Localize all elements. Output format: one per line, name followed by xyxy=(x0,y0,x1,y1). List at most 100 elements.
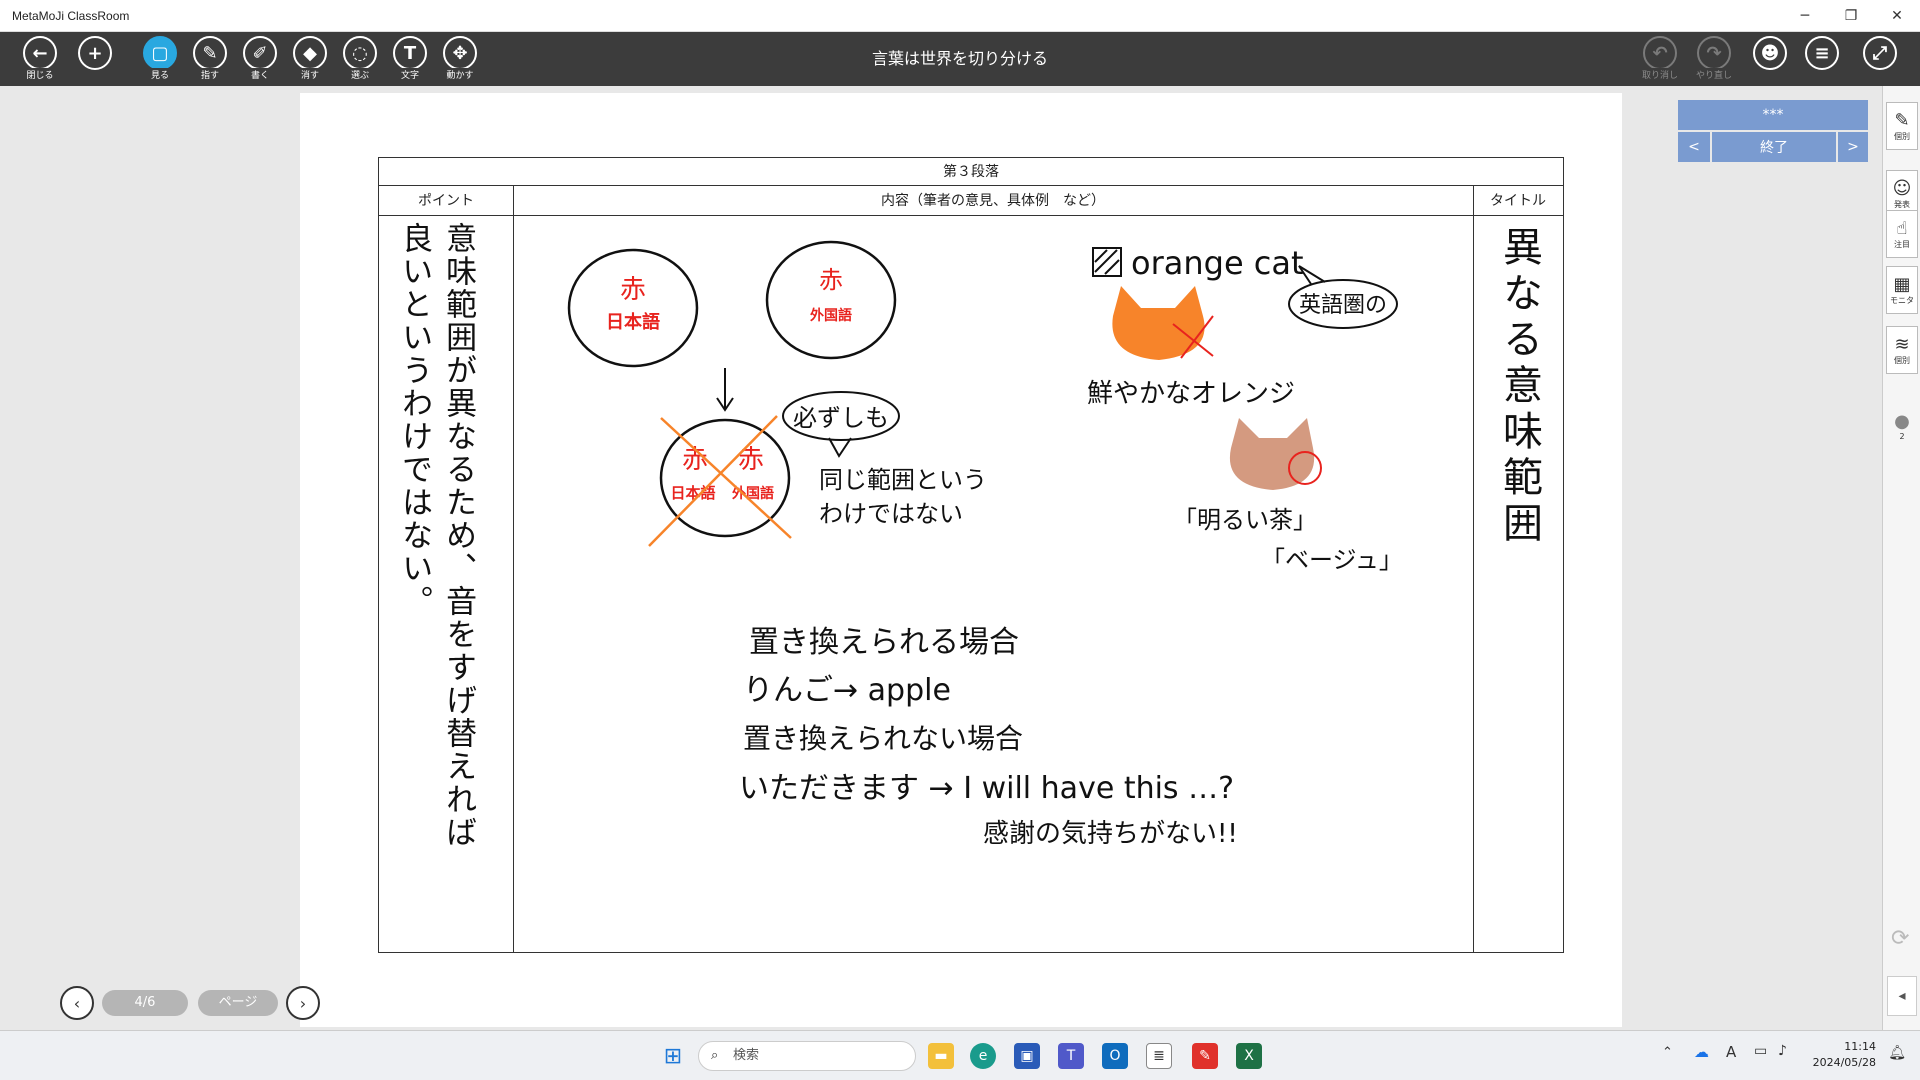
col-head-content: 内容（筆者の意見、具体例 など） xyxy=(513,186,1473,216)
brown-cat-icon xyxy=(1229,418,1315,490)
store-icon[interactable]: ▣ xyxy=(1014,1043,1040,1069)
redo-label: やり直し xyxy=(1693,68,1734,81)
point-text-col2: 良いというわけではない。 xyxy=(396,222,433,618)
replaceable-text: 置き換えられる場合 xyxy=(749,625,1019,660)
outlook-icon[interactable]: O xyxy=(1102,1043,1128,1069)
circle1-top: 赤 xyxy=(620,275,646,305)
fullscreen-button[interactable]: ⤢ xyxy=(1858,36,1902,82)
close-window-button[interactable]: ✕ xyxy=(1874,0,1920,32)
sidebar-label: 個別 xyxy=(1894,355,1910,365)
session-next-button[interactable]: > xyxy=(1838,132,1868,162)
sidebar-users-button[interactable]: ● 2 xyxy=(1886,402,1918,450)
file-explorer-icon[interactable]: ▬ xyxy=(928,1043,954,1069)
prev-page-button[interactable]: ‹ xyxy=(60,986,94,1020)
sync-icon[interactable]: ⟳ xyxy=(1891,926,1909,951)
group-button[interactable]: ☻ xyxy=(1748,36,1792,82)
redo-button[interactable]: ↷ やり直し xyxy=(1692,36,1736,82)
search-icon: ⌕ xyxy=(711,1048,719,1063)
point-tool-button[interactable]: ✎ 指す xyxy=(188,36,232,82)
orange-cat-icon xyxy=(1112,286,1205,360)
itadakimasu-text: いただきます → I will have this …? xyxy=(739,771,1234,806)
close-tool-label: 閉じる xyxy=(24,68,56,81)
canvas-area[interactable]: 第３段落 ポイント 内容（筆者の意見、具体例 など） タイトル 意味範囲が異なる… xyxy=(0,86,1882,1030)
plus-icon: + xyxy=(78,36,112,70)
page-menu-button[interactable]: ページ xyxy=(198,990,278,1016)
text-tool-button[interactable]: T 文字 xyxy=(388,36,432,82)
windows-start-icon[interactable]: ⊞ xyxy=(660,1043,686,1069)
bubble-text: 必ずしも xyxy=(793,404,889,432)
minimize-button[interactable]: ─ xyxy=(1782,0,1828,32)
undo-button[interactable]: ↶ 取り消し xyxy=(1638,36,1682,82)
edge-browser-icon[interactable]: e xyxy=(970,1043,996,1069)
excel-icon[interactable]: X xyxy=(1236,1043,1262,1069)
orange-cat-text: orange cat xyxy=(1131,244,1304,282)
lasso-icon: ◌ xyxy=(343,36,377,70)
window-controls: ─ ❐ ✕ xyxy=(1782,0,1920,32)
view-tool-button[interactable]: ▢ 見る xyxy=(138,36,182,82)
sidebar-attention-button[interactable]: ☝ 注目 xyxy=(1886,210,1918,258)
network-icon[interactable]: ▭ xyxy=(1754,1043,1767,1059)
circle1-bottom: 日本語 xyxy=(606,311,660,333)
not-replaceable-text: 置き換えられない場合 xyxy=(743,722,1023,755)
worksheet-table: 第３段落 ポイント 内容（筆者の意見、具体例 など） タイトル 意味範囲が異なる… xyxy=(378,157,1564,953)
sidebar-label: 個別 xyxy=(1894,131,1910,141)
search-placeholder: 検索 xyxy=(733,1048,760,1063)
user-count: 2 xyxy=(1899,431,1905,441)
table-header: 第３段落 xyxy=(379,158,1563,186)
point-text-col1: 意味範囲が異なるため、音をすげ替えれば xyxy=(440,222,477,849)
page-indicator[interactable]: 4/6 xyxy=(102,990,188,1016)
move-tool-button[interactable]: ✥ 動かす xyxy=(438,36,482,82)
same-range-line1: 同じ範囲という xyxy=(819,466,987,494)
sidebar-individual-button[interactable]: ✎ 個別 xyxy=(1886,102,1918,150)
merged-right-bottom: 外国語 xyxy=(732,485,774,502)
write-tool-button[interactable]: ✐ 書く xyxy=(238,36,282,82)
sidebar-layers-button[interactable]: ≋ 個別 xyxy=(1886,326,1918,374)
windows-taskbar: ⊞ ⌕ 検索 ▬ e ▣ T O ≣ ✎ X ⌃ ☁ A ▭ ♪ 11:14 2… xyxy=(0,1030,1920,1080)
clock[interactable]: 11:14 2024/05/28 xyxy=(1813,1039,1876,1071)
restore-button[interactable]: ❐ xyxy=(1828,0,1874,32)
column-divider xyxy=(1473,186,1474,952)
circle-japanese xyxy=(567,248,699,368)
eigoken-text: 英語圏の xyxy=(1299,293,1387,318)
close-tool-button[interactable]: ← 閉じる xyxy=(18,36,62,82)
col-head-point: ポイント xyxy=(379,186,513,216)
session-name: *** xyxy=(1678,100,1868,130)
text-tool-label: 文字 xyxy=(398,68,421,81)
view-tool-label: 見る xyxy=(148,68,171,81)
notepad-icon[interactable]: ≣ xyxy=(1146,1043,1172,1069)
menu-button[interactable]: ≡ xyxy=(1800,36,1844,82)
eraser-icon: ◆ xyxy=(293,36,327,70)
beige-text: 「ベージュ」 xyxy=(1261,546,1403,574)
sidebar-monitor-button[interactable]: ▦ モニタ xyxy=(1886,266,1918,314)
add-button[interactable]: + xyxy=(73,36,117,82)
onedrive-icon[interactable]: ☁ xyxy=(1694,1043,1709,1061)
ime-icon[interactable]: A xyxy=(1726,1043,1736,1061)
select-tool-button[interactable]: ◌ 選ぶ xyxy=(338,36,382,82)
select-tool-label: 選ぶ xyxy=(348,68,371,81)
circle-foreign xyxy=(765,240,897,360)
expand-icon: ⤢ xyxy=(1863,36,1897,70)
content-drawing: 赤 日本語 赤 外国語 赤 日本語 赤 外国語 必ずしも 同じ範囲という わけで… xyxy=(567,240,1403,849)
teams-icon[interactable]: T xyxy=(1058,1043,1084,1069)
right-sidebar: ✎ 個別 ☺ 発表 ☝ 注目 ▦ モニタ ≋ 個別 ● 2 ⟳ ◂ xyxy=(1882,86,1920,1030)
back-arrow-icon: ← xyxy=(23,36,57,70)
erase-tool-button[interactable]: ◆ 消す xyxy=(288,36,332,82)
session-end-button[interactable]: 終了 xyxy=(1712,132,1836,162)
clock-time: 11:14 xyxy=(1844,1040,1876,1053)
note-page[interactable]: 第３段落 ポイント 内容（筆者の意見、具体例 など） タイトル 意味範囲が異なる… xyxy=(300,93,1622,1027)
taskbar-search[interactable]: ⌕ 検索 xyxy=(698,1041,916,1071)
speaker-icon[interactable]: ♪ xyxy=(1778,1043,1787,1059)
metamoji-icon[interactable]: ✎ xyxy=(1192,1043,1218,1069)
next-page-button[interactable]: › xyxy=(286,986,320,1020)
collapse-sidebar-button[interactable]: ◂ xyxy=(1887,976,1917,1016)
chevron-up-icon[interactable]: ⌃ xyxy=(1662,1045,1673,1060)
sidebar-label: 発表 xyxy=(1894,199,1910,209)
move-tool-label: 動かす xyxy=(444,68,476,81)
redo-icon: ↷ xyxy=(1697,36,1731,70)
session-prev-button[interactable]: < xyxy=(1678,132,1710,162)
kansha-text: 感謝の気持ちがない!! xyxy=(983,819,1238,849)
title-text: 異なる意味範囲 xyxy=(1496,226,1542,548)
undo-icon: ↶ xyxy=(1643,36,1677,70)
notification-bell-icon[interactable]: 🔔︎ xyxy=(1888,1045,1906,1061)
edit-note-icon: ✎ xyxy=(1894,109,1910,131)
